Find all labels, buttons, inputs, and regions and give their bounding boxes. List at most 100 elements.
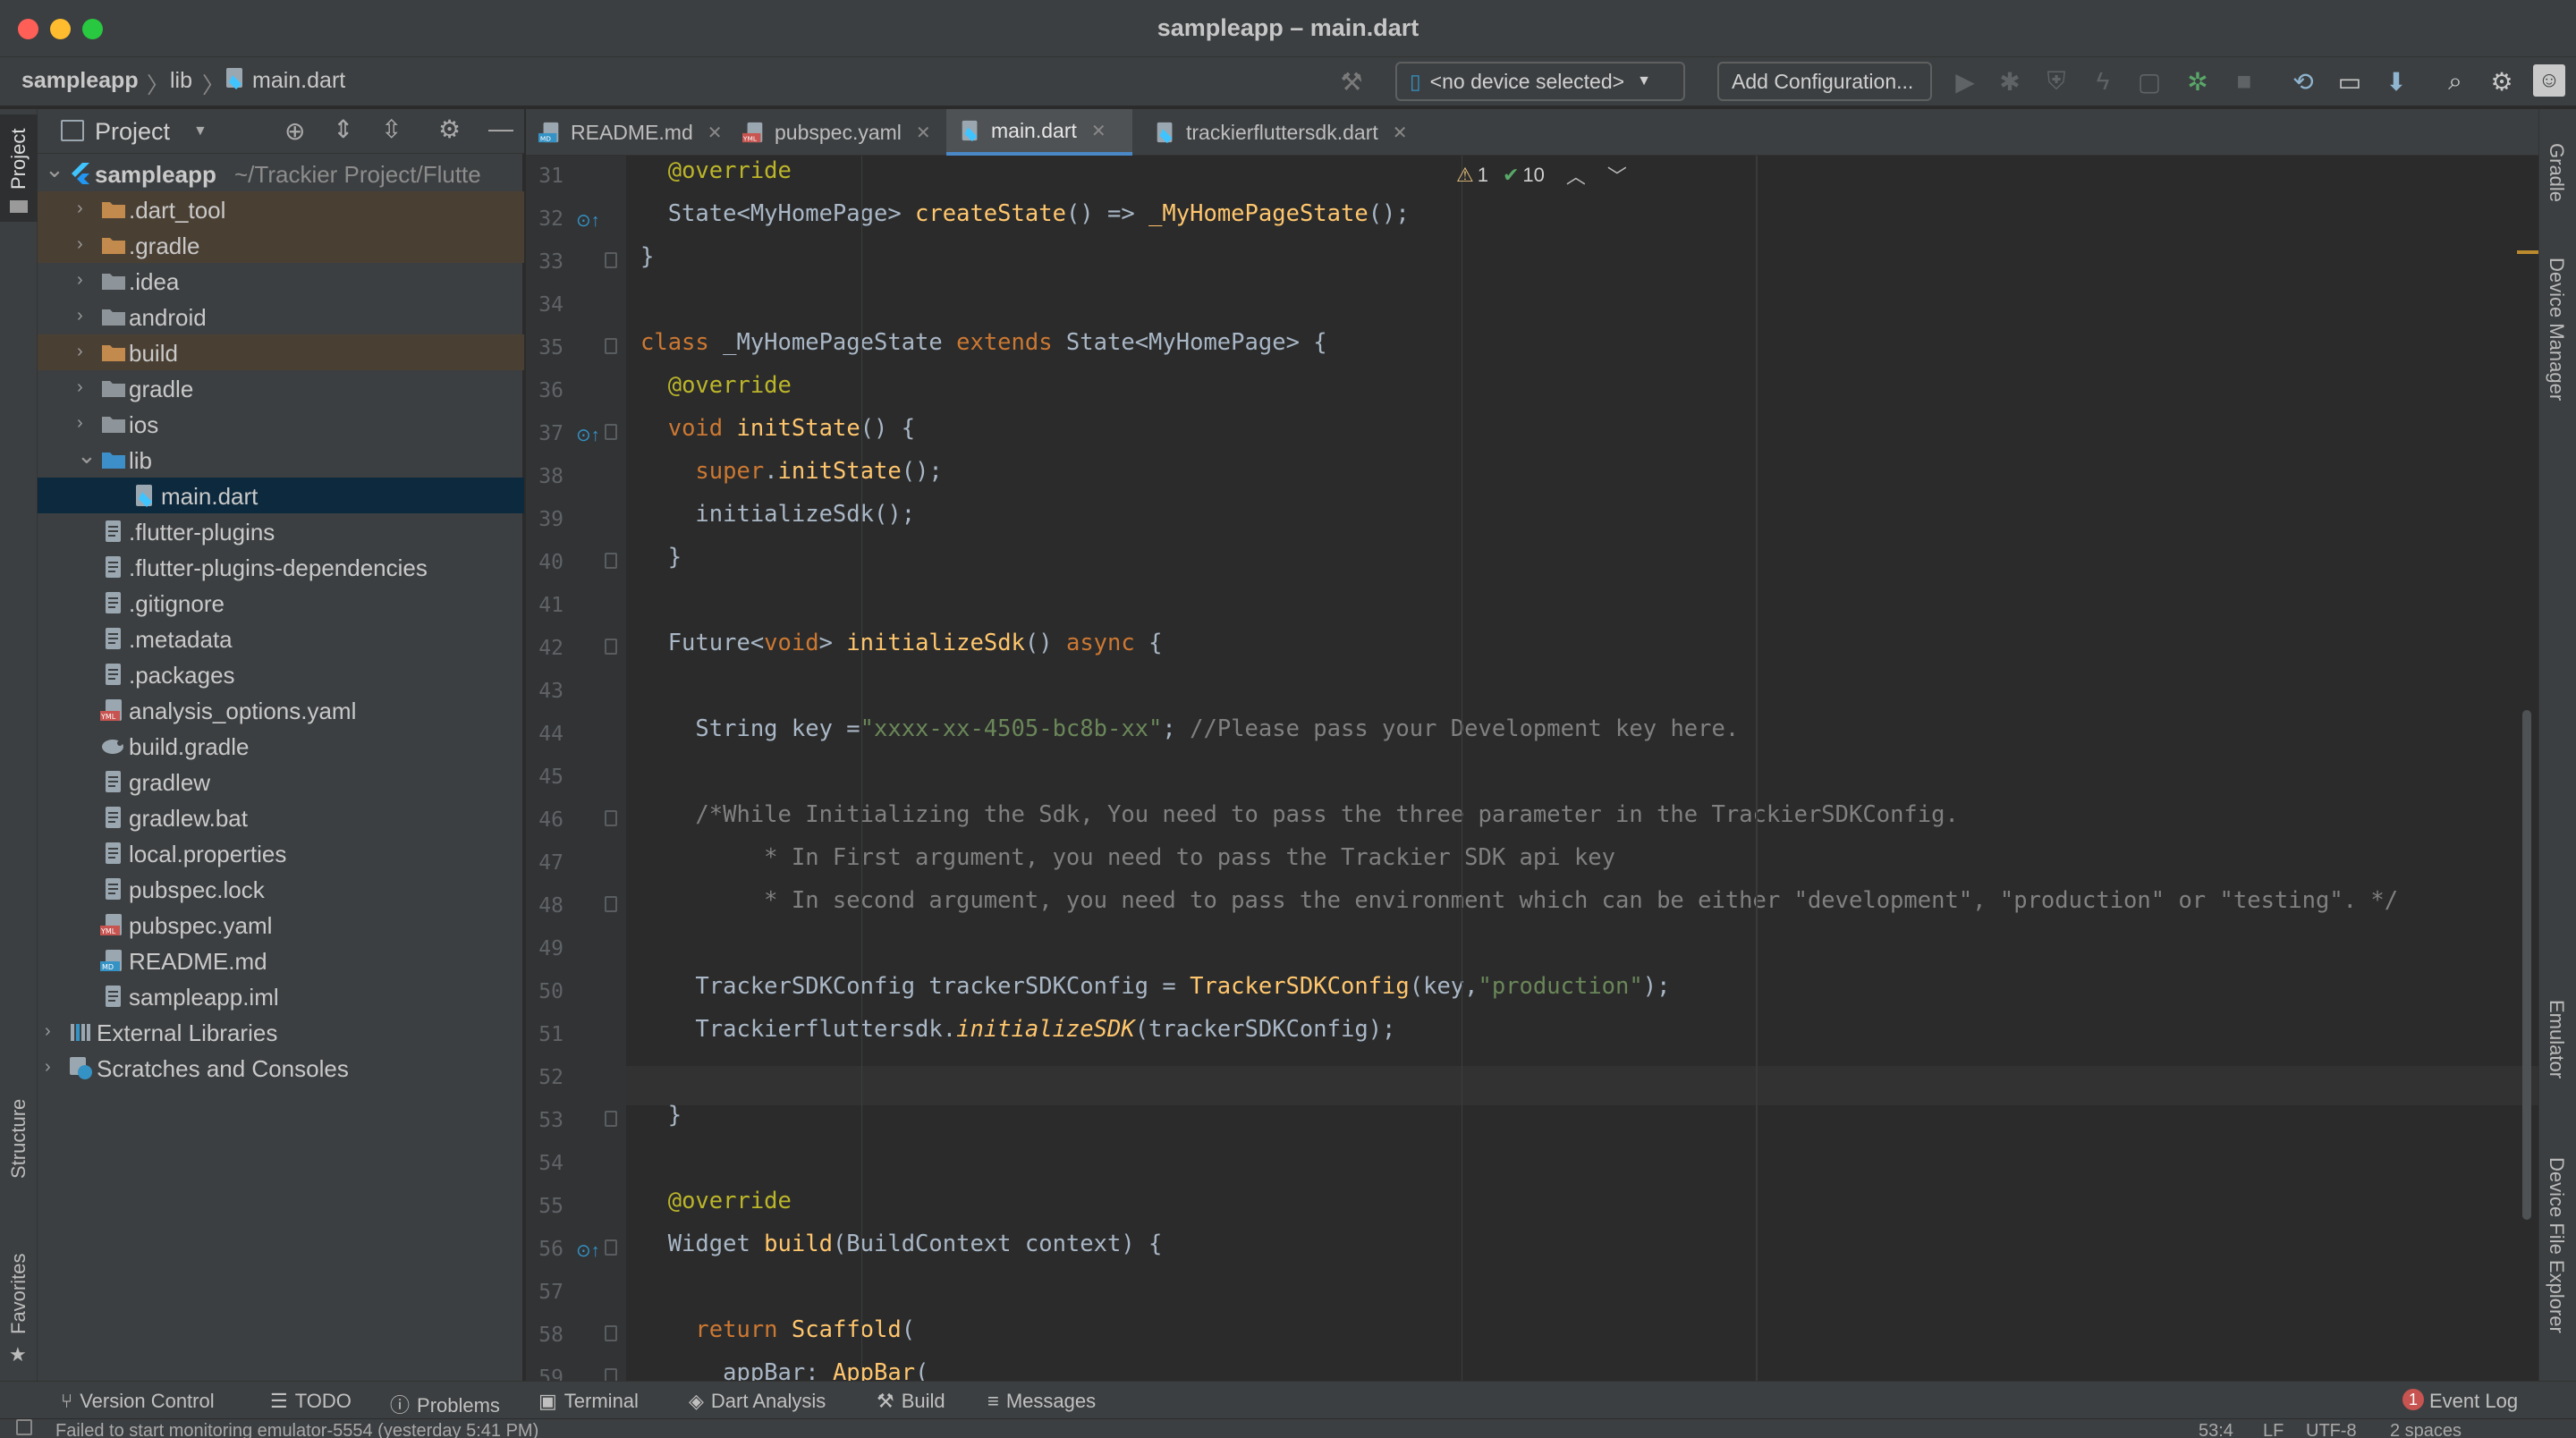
device-selector[interactable]: ▯ <no device selected> ▼ <box>1395 62 1685 101</box>
code-line[interactable]: super.initState(); <box>640 458 942 485</box>
chevron-down-icon[interactable]: ⌄ <box>45 156 64 183</box>
tree-item[interactable]: ⌄ lib <box>38 442 524 478</box>
chevron-down-icon[interactable]: ▼ <box>193 123 208 140</box>
previous-highlight-icon[interactable]: ︿ <box>1566 161 1586 190</box>
fold-marker-icon[interactable] <box>605 1368 617 1381</box>
tree-item[interactable]: .flutter-plugins <box>38 513 524 549</box>
caret-position[interactable]: 53:4 <box>2199 1421 2233 1438</box>
gear-icon[interactable]: ⚙ <box>2487 66 2517 97</box>
editor-tab[interactable]: YML pubspec.yaml ✕ <box>730 109 941 156</box>
fold-marker-icon[interactable] <box>605 1325 617 1341</box>
tree-item[interactable]: › .gradle <box>38 227 524 263</box>
code-line[interactable]: String key ="xxxx-xx-4505-bc8b-xx"; //Pl… <box>640 715 1739 742</box>
tree-item[interactable]: › gradle <box>38 370 524 406</box>
coverage-icon[interactable]: ⛨ <box>2041 66 2072 97</box>
chevron-right-icon[interactable]: › <box>45 1021 51 1042</box>
tree-item[interactable]: YML analysis_options.yaml <box>38 692 524 728</box>
tree-item[interactable]: .packages <box>38 656 524 692</box>
code-line[interactable]: initializeSdk(); <box>640 501 915 528</box>
chevron-right-icon[interactable]: › <box>45 1057 51 1078</box>
chevron-right-icon[interactable]: › <box>77 413 83 434</box>
close-tab-icon[interactable]: ✕ <box>1091 120 1106 142</box>
close-tab-icon[interactable]: ✕ <box>1393 122 1408 144</box>
add-configuration-button[interactable]: Add Configuration... <box>1717 62 1932 101</box>
chevron-right-icon[interactable]: › <box>77 377 83 398</box>
account-avatar[interactable]: ☺ <box>2533 64 2565 97</box>
chevron-right-icon[interactable]: › <box>77 234 83 255</box>
code-line[interactable]: /*While Initializing the Sdk, You need t… <box>640 801 1958 828</box>
fold-marker-icon[interactable] <box>605 639 617 655</box>
tree-item[interactable]: › android <box>38 299 524 334</box>
structure-tool-window-button[interactable]: Structure <box>0 1093 38 1209</box>
error-stripe-marker[interactable] <box>2517 250 2538 254</box>
fold-marker-icon[interactable] <box>605 338 617 354</box>
tree-item[interactable]: › .idea <box>38 263 524 299</box>
code-line[interactable]: TrackerSDKConfig trackerSDKConfig = Trac… <box>640 973 1670 1000</box>
file-encoding[interactable]: UTF-8 <box>2306 1421 2357 1438</box>
tree-root-sampleapp[interactable]: ⌄ sampleapp ~/Trackier Project/Flutte <box>38 156 524 191</box>
tree-item[interactable]: .gitignore <box>38 585 524 621</box>
chevron-right-icon[interactable]: › <box>77 199 83 219</box>
tree-item[interactable]: › build <box>38 334 524 370</box>
tree-item[interactable]: MD README.md <box>38 943 524 978</box>
bottom-tool-button[interactable]: ⚒ Build <box>877 1390 945 1413</box>
fold-marker-icon[interactable] <box>605 1239 617 1256</box>
gear-icon[interactable]: ⚙ <box>438 114 461 144</box>
chevron-right-icon[interactable]: › <box>77 342 83 362</box>
editor-tab[interactable]: trackierfluttersdk.dart ✕ <box>1141 109 1408 156</box>
sdk-manager-icon[interactable]: ⬇ <box>2381 66 2411 97</box>
hot-reload-icon[interactable]: ϟ <box>2088 66 2118 97</box>
inspection-widget[interactable]: ⚠ 1 ✔ 10 ︿ ﹀ <box>1456 159 1627 191</box>
code-line[interactable]: void initState() { <box>640 415 915 442</box>
breadcrumb-folder[interactable]: lib <box>170 68 192 94</box>
tree-item[interactable]: › External Libraries <box>38 1014 524 1050</box>
bottom-tool-button[interactable]: ☰ TODO <box>270 1390 352 1413</box>
tree-item[interactable]: .metadata <box>38 621 524 656</box>
code-line[interactable]: appBar: AppBar( <box>640 1359 928 1381</box>
tree-item[interactable]: › ios <box>38 406 524 442</box>
hammer-build-icon[interactable]: ⚒ <box>1336 66 1367 97</box>
close-tab-icon[interactable]: ✕ <box>916 122 931 144</box>
tree-item[interactable]: › .dart_tool <box>38 191 524 227</box>
code-line[interactable]: @override <box>640 157 792 184</box>
device-file-explorer-tool-window-button[interactable]: Device File Explorer <box>2539 1152 2576 1375</box>
chevron-down-icon[interactable]: ⌄ <box>77 442 97 469</box>
bottom-tool-button[interactable]: ⓘ Problems <box>390 1390 500 1418</box>
breadcrumb-project[interactable]: sampleapp <box>21 68 139 94</box>
bottom-tool-button[interactable]: ▣ Terminal <box>538 1390 639 1413</box>
vertical-scrollbar[interactable] <box>2522 710 2531 1220</box>
code-line[interactable]: Trackierfluttersdk.initializeSDK(tracker… <box>640 1016 1395 1043</box>
code-line[interactable]: } <box>640 243 654 270</box>
fold-marker-icon[interactable] <box>605 424 617 440</box>
indent-setting[interactable]: 2 spaces <box>2390 1421 2462 1438</box>
line-separator[interactable]: LF <box>2263 1421 2284 1438</box>
editor-tab[interactable]: main.dart ✕ <box>946 109 1132 156</box>
code-line[interactable]: } <box>640 544 682 571</box>
tree-item[interactable]: local.properties <box>38 835 524 871</box>
search-icon[interactable]: ⌕ <box>2440 66 2470 97</box>
code-line[interactable]: @override <box>640 372 792 399</box>
chevron-right-icon[interactable]: › <box>77 270 83 291</box>
stop-icon[interactable]: ■ <box>2229 66 2259 97</box>
debug-icon[interactable]: ✱ <box>1995 66 2025 97</box>
emulator-tool-window-button[interactable]: Emulator <box>2539 994 2576 1129</box>
tree-item[interactable]: pubspec.lock <box>38 871 524 907</box>
event-log-button[interactable]: Event Log <box>2429 1390 2518 1413</box>
device-manager-icon[interactable]: ▭ <box>2334 66 2365 97</box>
device-manager-tool-window-button[interactable]: Device Manager <box>2539 252 2576 538</box>
override-marker-icon[interactable]: ⊙↑ <box>576 424 600 446</box>
tree-item[interactable]: › Scratches and Consoles <box>38 1050 524 1086</box>
fold-marker-icon[interactable] <box>605 1111 617 1127</box>
fold-marker-icon[interactable] <box>605 252 617 268</box>
project-view-selector[interactable]: Project <box>95 118 170 146</box>
code-editor[interactable]: 31 32 33 34 35 36 37 38 39 40 41 42 43 44 45 46 47 48 49 50… <box>526 156 2538 1381</box>
run-icon[interactable]: ▶ <box>1950 66 1980 97</box>
tree-item[interactable]: build.gradle <box>38 728 524 764</box>
favorites-tool-window-button[interactable]: Favorites ★ <box>0 1245 38 1366</box>
tree-item[interactable]: main.dart <box>38 478 524 513</box>
toggle-tool-windows-icon[interactable] <box>16 1419 32 1435</box>
bottom-tool-button[interactable]: ⑂ Version Control <box>61 1390 215 1413</box>
attach-debugger-icon[interactable]: ✲ <box>2182 66 2213 97</box>
gradle-sync-icon[interactable]: ⟲ <box>2288 66 2318 97</box>
breadcrumb-file[interactable]: main.dart <box>252 68 345 94</box>
